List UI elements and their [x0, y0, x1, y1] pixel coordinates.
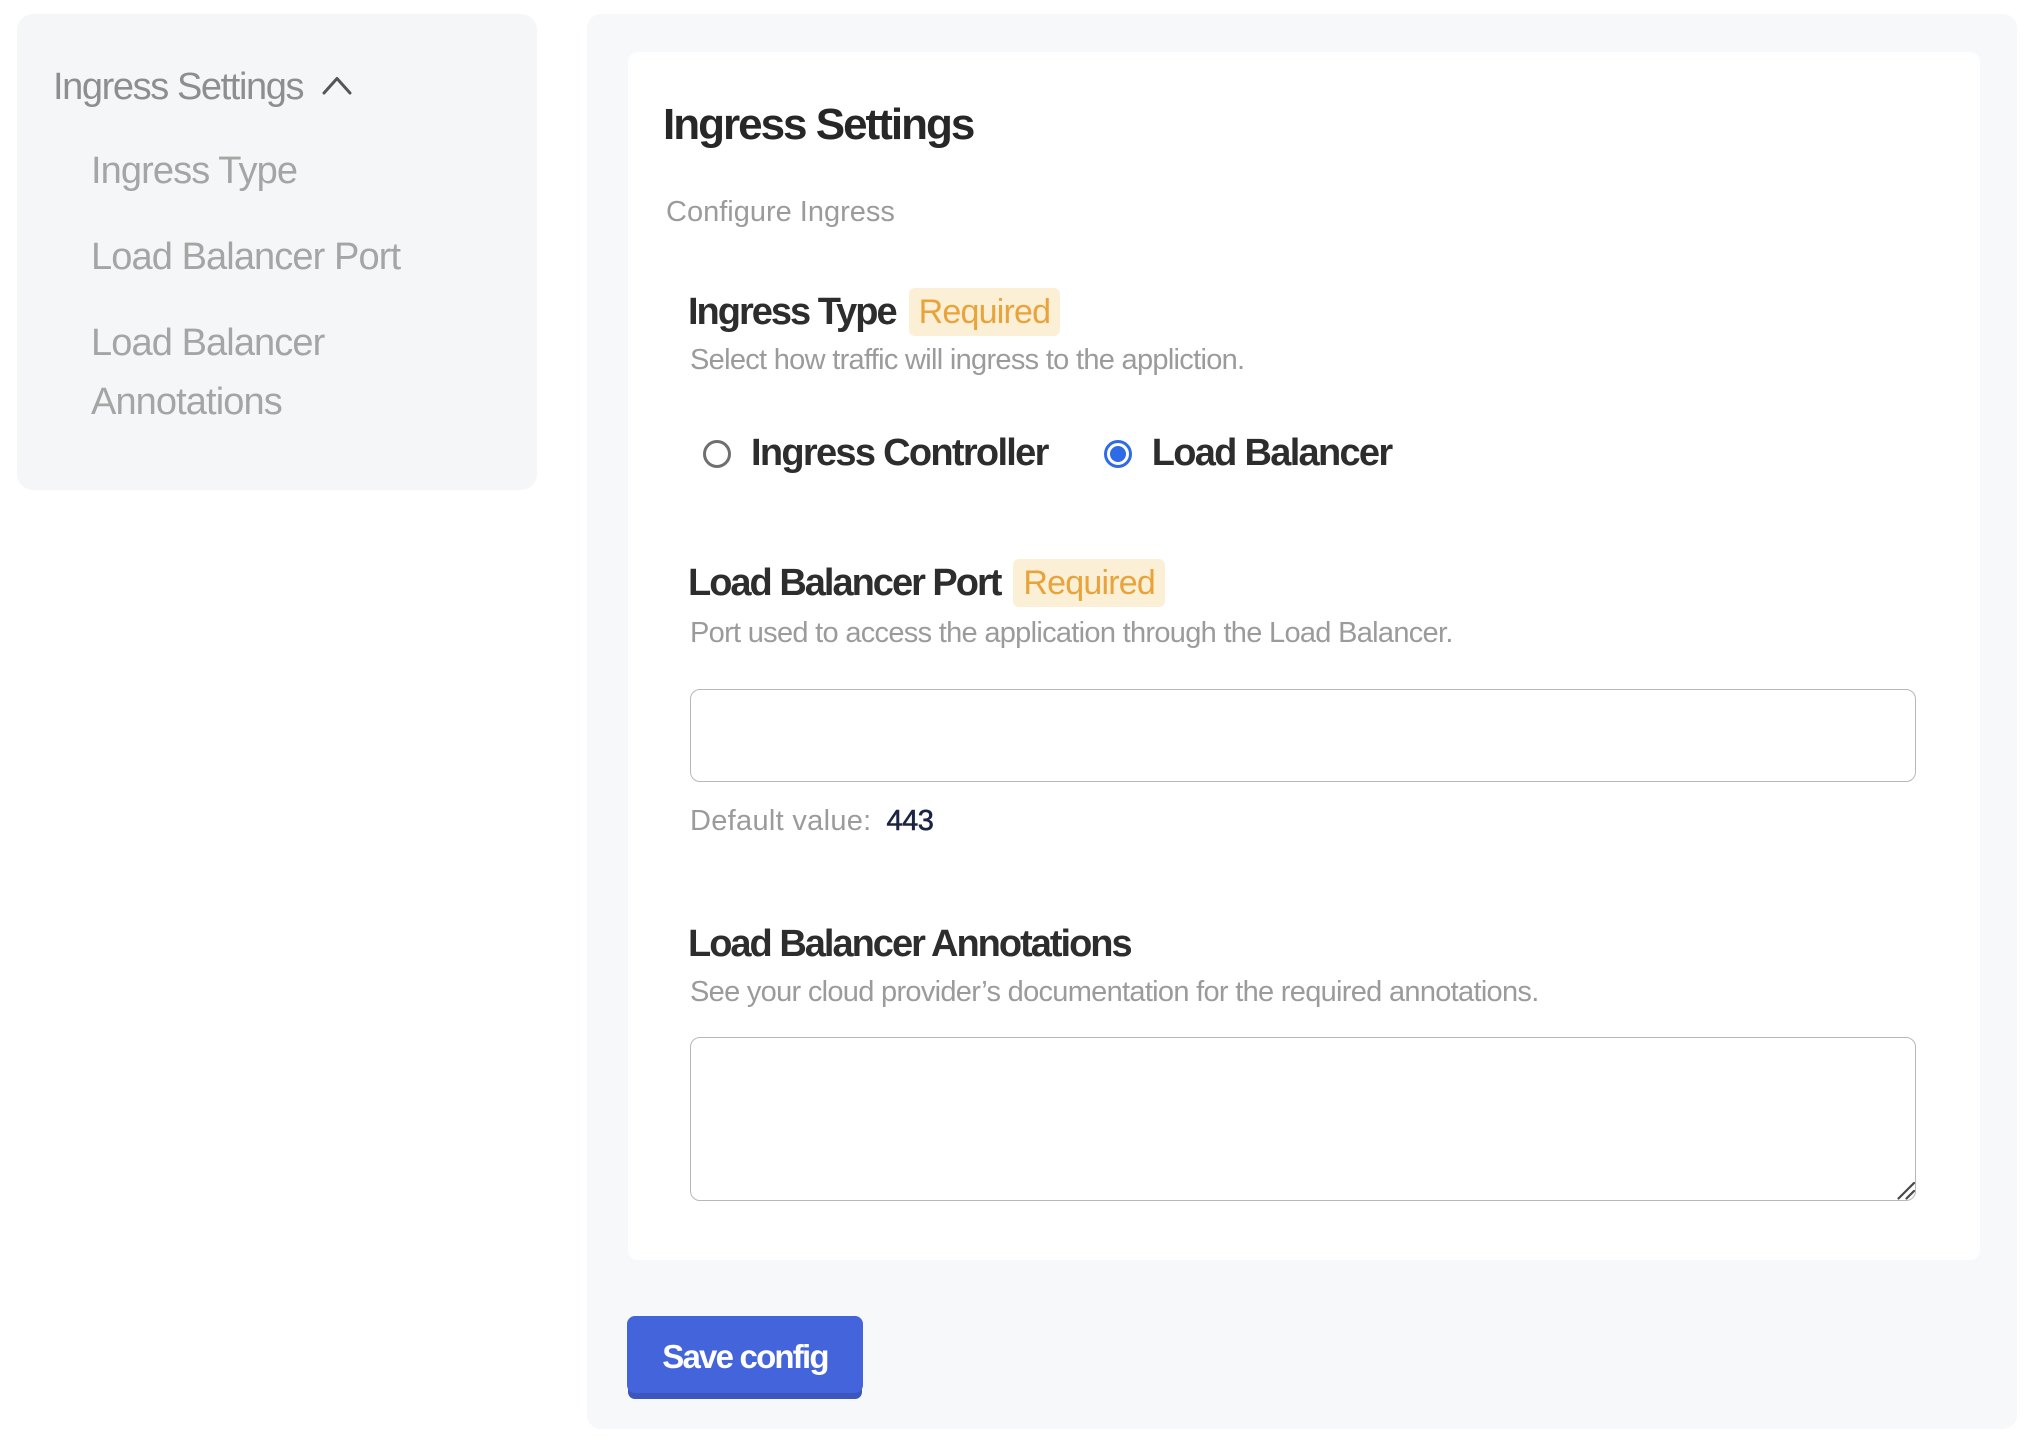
sidebar-item-ingress-type[interactable]: Ingress Type	[91, 142, 297, 201]
load-balancer-port-input[interactable]	[690, 689, 1916, 782]
page-subtitle: Configure Ingress	[666, 198, 895, 227]
chevron-up-icon	[322, 75, 352, 95]
ingress-settings-card: Ingress Settings Configure Ingress Ingre…	[628, 52, 1980, 1260]
ingress-type-label-row: Ingress Type Required	[688, 288, 1060, 336]
load-balancer-port-label-row: Load Balancer Port Required	[688, 559, 1165, 607]
default-value-number: 443	[887, 805, 934, 837]
ingress-type-caption: Select how traffic will ingress to the a…	[690, 346, 1244, 375]
default-value-label: Default value:	[690, 805, 872, 837]
settings-sidebar: Ingress Settings Ingress Type Load Balan…	[17, 14, 537, 490]
radio-label-ingress-controller: Ingress Controller	[751, 440, 1048, 468]
save-config-button[interactable]: Save config	[627, 1316, 863, 1393]
sidebar-item-load-balancer-port[interactable]: Load Balancer Port	[91, 228, 400, 287]
load-balancer-port-label: Load Balancer Port	[688, 559, 1000, 607]
load-balancer-port-required-badge: Required	[1013, 559, 1165, 607]
sidebar-item-load-balancer-annotations[interactable]: Load Balancer Annotations	[91, 314, 511, 432]
load-balancer-annotations-label: Load Balancer Annotations	[688, 920, 1131, 968]
load-balancer-annotations-textarea[interactable]	[690, 1037, 1916, 1201]
radio-label-load-balancer: Load Balancer	[1152, 440, 1392, 468]
radio-load-balancer[interactable]	[1104, 440, 1132, 468]
load-balancer-annotations-caption: See your cloud provider’s documentation …	[690, 978, 1539, 1007]
load-balancer-annotations-label-row: Load Balancer Annotations	[688, 920, 1131, 968]
radio-ingress-controller[interactable]	[703, 440, 731, 468]
load-balancer-port-caption: Port used to access the application thro…	[690, 619, 1453, 648]
default-value-row: Default value: 443	[690, 807, 933, 836]
ingress-type-label: Ingress Type	[688, 288, 896, 336]
sidebar-heading-label: Ingress Settings	[53, 68, 303, 106]
sidebar-heading-ingress-settings[interactable]: Ingress Settings	[53, 68, 352, 106]
ingress-type-options: Ingress Controller Load Balancer	[703, 440, 1391, 468]
page-title: Ingress Settings	[663, 103, 973, 147]
ingress-type-required-badge: Required	[909, 288, 1061, 336]
radio-option-ingress-controller[interactable]: Ingress Controller	[703, 440, 1048, 468]
radio-option-load-balancer[interactable]: Load Balancer	[1104, 440, 1392, 468]
main-panel: Ingress Settings Configure Ingress Ingre…	[587, 14, 2017, 1429]
